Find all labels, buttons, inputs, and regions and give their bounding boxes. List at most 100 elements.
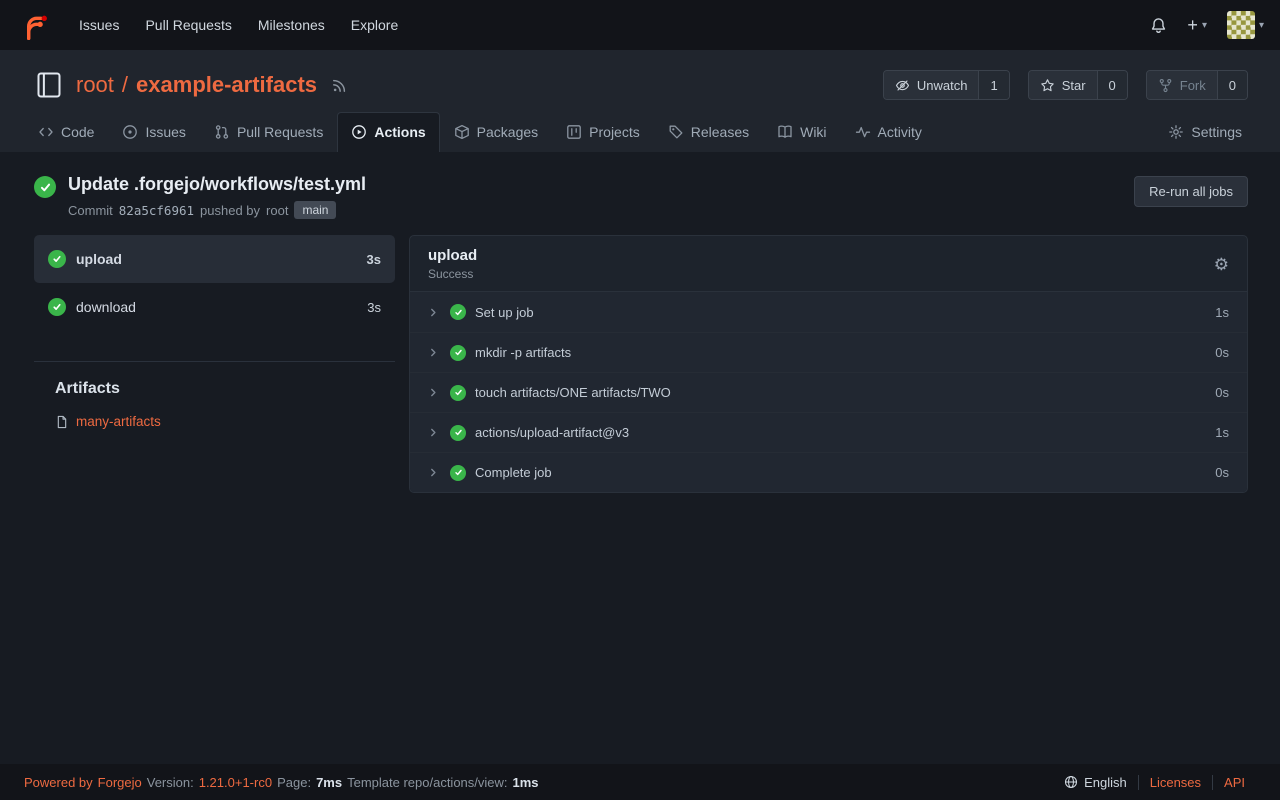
job-detail-name: upload bbox=[428, 247, 477, 264]
tab-label: Actions bbox=[374, 124, 425, 140]
tab-pull-requests[interactable]: Pull Requests bbox=[200, 112, 337, 152]
forks-count[interactable]: 0 bbox=[1218, 71, 1247, 99]
step-row[interactable]: Set up job 1s bbox=[410, 292, 1247, 332]
unwatch-label: Unwatch bbox=[917, 78, 968, 93]
step-duration: 0s bbox=[1215, 345, 1229, 360]
repo-name-link[interactable]: example-artifacts bbox=[136, 72, 317, 98]
project-board-icon bbox=[566, 124, 582, 140]
job-name: download bbox=[76, 299, 136, 315]
chevron-right-icon bbox=[428, 307, 439, 318]
step-success-check-icon bbox=[450, 425, 466, 441]
chevron-right-icon bbox=[428, 387, 439, 398]
tab-actions[interactable]: Actions bbox=[337, 112, 439, 152]
commit-line: Commit 82a5cf6961 pushed by root main bbox=[68, 201, 366, 219]
rerun-all-jobs-button[interactable]: Re-run all jobs bbox=[1134, 176, 1248, 207]
tab-projects[interactable]: Projects bbox=[552, 112, 654, 152]
job-options-gear-icon[interactable]: ⚙ bbox=[1214, 256, 1229, 273]
job-name: upload bbox=[76, 251, 122, 267]
job-item-upload[interactable]: upload 3s bbox=[34, 235, 395, 283]
language-selector[interactable]: English bbox=[1053, 775, 1138, 790]
api-link[interactable]: API bbox=[1212, 775, 1256, 790]
tab-settings[interactable]: Settings bbox=[1154, 112, 1256, 152]
tab-packages[interactable]: Packages bbox=[440, 112, 552, 152]
notifications-button[interactable] bbox=[1150, 17, 1167, 34]
licenses-link[interactable]: Licenses bbox=[1138, 775, 1212, 790]
pusher-link[interactable]: root bbox=[266, 203, 288, 218]
run-title: Update .forgejo/workflows/test.yml bbox=[68, 174, 366, 195]
tab-code[interactable]: Code bbox=[24, 112, 108, 152]
repo-header: root / example-artifacts Unwatch bbox=[0, 50, 1280, 152]
step-success-check-icon bbox=[450, 304, 466, 320]
pull-request-icon bbox=[214, 124, 230, 140]
job-success-check-icon bbox=[48, 250, 66, 268]
footer-links: English Licenses API bbox=[1053, 775, 1256, 790]
rss-feed-button[interactable] bbox=[331, 77, 348, 94]
step-duration: 0s bbox=[1215, 465, 1229, 480]
code-icon bbox=[38, 124, 54, 140]
step-row[interactable]: mkdir -p artifacts 0s bbox=[410, 332, 1247, 372]
fork-button[interactable]: Fork bbox=[1147, 71, 1218, 99]
step-row[interactable]: touch artifacts/ONE artifacts/TWO 0s bbox=[410, 372, 1247, 412]
tab-label: Issues bbox=[145, 124, 185, 140]
artifact-download-link[interactable]: many-artifacts bbox=[76, 414, 161, 429]
repo-tab-bar: Code Issues Pull Requests Actions Packag… bbox=[0, 112, 1280, 152]
tab-wiki[interactable]: Wiki bbox=[763, 112, 840, 152]
book-icon bbox=[777, 124, 793, 140]
fork-button-group: Fork 0 bbox=[1146, 70, 1248, 100]
artifact-item: many-artifacts bbox=[34, 414, 395, 429]
step-duration: 1s bbox=[1215, 305, 1229, 320]
step-row[interactable]: Complete job 0s bbox=[410, 452, 1247, 492]
logo-orange-dot bbox=[37, 22, 42, 27]
nav-issues[interactable]: Issues bbox=[66, 9, 132, 41]
tab-activity[interactable]: Activity bbox=[841, 112, 936, 152]
unwatch-button[interactable]: Unwatch bbox=[884, 71, 980, 99]
tab-releases[interactable]: Releases bbox=[654, 112, 763, 152]
forgejo-link[interactable]: Forgejo bbox=[98, 775, 142, 790]
version-link[interactable]: 1.21.0+1-rc0 bbox=[199, 775, 272, 790]
job-detail-panel: upload Success ⚙ Set up job 1s mkdir -p … bbox=[409, 235, 1248, 493]
user-menu[interactable]: ▾ bbox=[1227, 11, 1264, 39]
job-detail-status: Success bbox=[428, 267, 477, 281]
activity-pulse-icon bbox=[855, 124, 871, 140]
step-duration: 1s bbox=[1215, 425, 1229, 440]
powered-by-link[interactable]: Powered by bbox=[24, 775, 93, 790]
step-label: Complete job bbox=[475, 465, 552, 480]
forgejo-logo[interactable] bbox=[16, 7, 52, 43]
dropdown-caret-icon: ▾ bbox=[1202, 20, 1207, 31]
star-icon bbox=[1040, 78, 1055, 93]
pushed-by-label: pushed by bbox=[200, 203, 260, 218]
page-footer: Powered by Forgejo Version: 1.21.0+1-rc0… bbox=[0, 764, 1280, 800]
navbar-right: + ▾ ▾ bbox=[1150, 11, 1264, 39]
commit-sha-link[interactable]: 82a5cf6961 bbox=[119, 203, 194, 218]
actions-run-view: Update .forgejo/workflows/test.yml Commi… bbox=[0, 152, 1280, 764]
job-item-download[interactable]: download 3s bbox=[34, 283, 395, 331]
create-new-menu[interactable]: + ▾ bbox=[1187, 16, 1207, 34]
job-detail-header: upload Success ⚙ bbox=[410, 236, 1247, 292]
step-label: touch artifacts/ONE artifacts/TWO bbox=[475, 385, 671, 400]
nav-milestones[interactable]: Milestones bbox=[245, 9, 338, 41]
job-duration: 3s bbox=[367, 300, 381, 315]
template-time-value: 1ms bbox=[513, 775, 539, 790]
job-duration: 3s bbox=[367, 252, 381, 267]
branch-badge[interactable]: main bbox=[294, 201, 336, 219]
tab-label: Activity bbox=[878, 124, 922, 140]
star-button[interactable]: Star bbox=[1029, 71, 1098, 99]
commit-label: Commit bbox=[68, 203, 113, 218]
tab-issues[interactable]: Issues bbox=[108, 112, 199, 152]
watchers-count[interactable]: 1 bbox=[979, 71, 1008, 99]
run-success-check-icon bbox=[34, 176, 56, 198]
step-row[interactable]: actions/upload-artifact@v3 1s bbox=[410, 412, 1247, 452]
tag-icon bbox=[668, 124, 684, 140]
nav-pull-requests[interactable]: Pull Requests bbox=[132, 9, 244, 41]
step-success-check-icon bbox=[450, 385, 466, 401]
chevron-right-icon bbox=[428, 427, 439, 438]
issue-icon bbox=[122, 124, 138, 140]
settings-gear-icon bbox=[1168, 124, 1184, 140]
user-avatar bbox=[1227, 11, 1255, 39]
tab-label: Settings bbox=[1191, 124, 1242, 140]
stars-count[interactable]: 0 bbox=[1098, 71, 1127, 99]
repo-owner-link[interactable]: root bbox=[76, 72, 114, 98]
page-time-value: 7ms bbox=[316, 775, 342, 790]
artifacts-heading: Artifacts bbox=[34, 380, 395, 398]
nav-explore[interactable]: Explore bbox=[338, 9, 411, 41]
